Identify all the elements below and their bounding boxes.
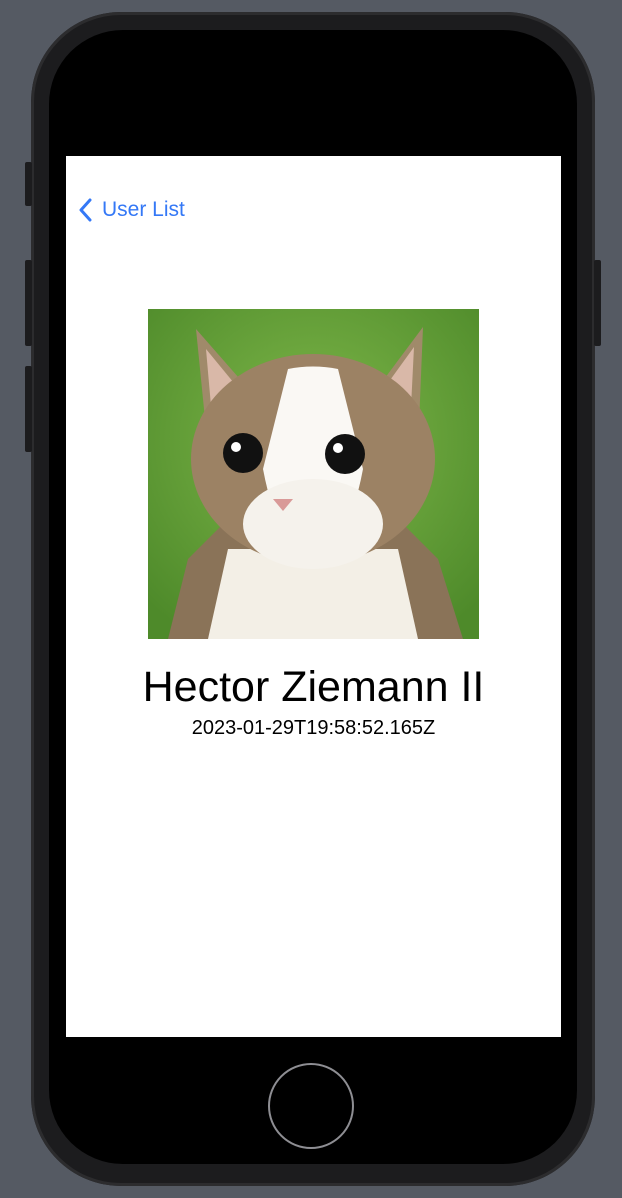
avatar-image [148, 309, 479, 639]
user-timestamp: 2023-01-29T19:58:52.165Z [191, 717, 436, 739]
chevron-left-icon [79, 198, 92, 222]
back-button[interactable]: User List [78, 198, 185, 222]
volume-down-button [25, 366, 32, 452]
back-label: User List [102, 198, 185, 221]
screen: User List Hector Ziemann II 2023-01-29T1… [66, 156, 561, 1037]
volume-up-button [25, 260, 32, 346]
user-name: Hector Ziemann II [142, 663, 485, 711]
power-button [594, 260, 601, 346]
home-button[interactable] [268, 1063, 354, 1149]
mute-switch [25, 162, 32, 206]
